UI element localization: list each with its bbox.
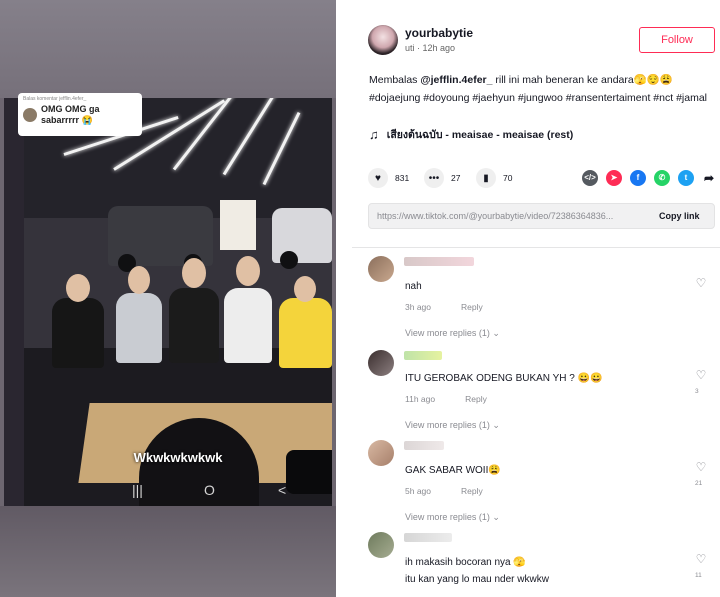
comment-like-icon[interactable]: ♡	[693, 368, 709, 382]
comment-time: 3h ago	[405, 302, 431, 312]
save-button[interactable]: ▮ 70	[476, 168, 512, 188]
like-count: 831	[395, 173, 410, 183]
comment-time: 11h ago	[405, 394, 436, 404]
author-meta: uti · 12h ago	[405, 43, 456, 53]
copy-link-button[interactable]: Copy link	[659, 211, 700, 221]
bookmark-icon: ▮	[476, 168, 496, 188]
comment-meta: 3h ago Reply	[405, 302, 513, 312]
video-blur-top	[0, 0, 336, 98]
save-count: 70	[503, 173, 513, 183]
embed-icon[interactable]: </>	[582, 170, 598, 186]
scene-person	[169, 288, 219, 363]
follow-button[interactable]: Follow	[639, 27, 715, 53]
comment-text: ITU GEROBAK ODENG BUKAN YH ? 😀😀	[405, 373, 603, 384]
video-caption: Wkwkwkwkwk	[133, 450, 223, 465]
reply-sticker-text: OMG OMG ga sabarrrrr 😭	[41, 104, 100, 125]
twitter-icon[interactable]: t	[678, 170, 694, 186]
reply-sticker-header: Balas komentar jefflin.4efer_	[23, 96, 87, 102]
share-icon[interactable]: ➦	[701, 170, 717, 186]
commenter-avatar[interactable]	[368, 256, 394, 282]
video-description: Membalas @jefflin.4efer_ rill ini mah be…	[369, 71, 714, 107]
reply-sticker: Balas komentar jefflin.4efer_ OMG OMG ga…	[18, 93, 142, 136]
view-replies-button[interactable]: View more replies (1) ⌄	[405, 420, 500, 431]
comment-time: 5h ago	[405, 486, 431, 496]
copy-link-box: https://www.tiktok.com/@yourbabytie/vide…	[368, 203, 715, 229]
comment-icon: •••	[424, 168, 444, 188]
scene-person	[52, 298, 104, 368]
video-url: https://www.tiktok.com/@yourbabytie/vide…	[377, 211, 614, 221]
comments-divider	[352, 247, 720, 248]
reply-button[interactable]: Reply	[465, 394, 487, 404]
video-player[interactable]: Wkwkwkwkwk ||| O < Balas komentar jeffli…	[0, 0, 336, 597]
comment-count: 27	[451, 173, 461, 183]
video-edge	[4, 98, 24, 506]
scene-person-head	[182, 258, 206, 288]
music-note-icon: ♫	[369, 127, 379, 142]
scene-person	[116, 293, 162, 363]
comment-text-line2: itu kan yang lo mau nder wkwkw	[405, 574, 549, 585]
commenter-name-blurred[interactable]	[404, 351, 442, 360]
scene-person	[279, 298, 332, 368]
comment-meta: 5h ago Reply	[405, 486, 513, 496]
hashtags[interactable]: #dojaejung #doyoung #jaehyun #jungwoo #r…	[369, 89, 714, 107]
scene-person-head	[294, 276, 316, 302]
music-title: เสียงต้นฉบับ - meaisae - meaisae (rest)	[386, 129, 574, 141]
back-icon: <	[278, 482, 287, 498]
comment-like-count: 21	[695, 480, 703, 487]
reply-sticker-avatar	[23, 108, 37, 122]
send-icon[interactable]: ➤	[606, 170, 622, 186]
home-icon: O	[204, 482, 215, 498]
comment-like-icon[interactable]: ♡	[693, 552, 709, 566]
comment-like-count: 3	[695, 388, 699, 395]
recents-icon: |||	[132, 482, 143, 498]
video-scene: Wkwkwkwkwk	[24, 98, 332, 506]
view-replies-button[interactable]: View more replies (1) ⌄	[405, 328, 500, 339]
reply-button[interactable]: Reply	[461, 486, 483, 496]
facebook-icon[interactable]: f	[630, 170, 646, 186]
scene-person	[224, 288, 272, 363]
pane-divider	[336, 0, 344, 597]
author-avatar[interactable]	[368, 25, 398, 55]
description-body: rill ini mah beneran ke andara🫣😌😩	[492, 74, 673, 86]
whatsapp-icon[interactable]: ✆	[654, 170, 670, 186]
comment-text: ih makasih bocoran nya 🫣	[405, 557, 526, 568]
scene-car	[108, 206, 213, 272]
scene-car	[272, 208, 332, 269]
view-replies-button[interactable]: View more replies (1) ⌄	[405, 512, 500, 523]
commenter-name-blurred[interactable]	[404, 441, 444, 450]
video-frame: Wkwkwkwkwk ||| O <	[4, 98, 332, 506]
action-bar: ♥ 831 ••• 27 ▮ 70 </> ➤ f ✆ t ➦	[368, 168, 718, 192]
comment-text: nah	[405, 281, 422, 292]
comment-like-count: 11	[695, 572, 702, 579]
video-blur-bottom	[0, 506, 336, 597]
mention-link[interactable]: @jefflin.4efer_	[420, 74, 492, 86]
video-nav-bar: ||| O <	[24, 476, 332, 506]
commenter-name-blurred[interactable]	[404, 257, 474, 266]
like-button[interactable]: ♥ 831	[368, 168, 409, 188]
description-prefix: Membalas	[369, 74, 421, 86]
comment-meta: 11h ago Reply	[405, 394, 517, 404]
commenter-avatar[interactable]	[368, 532, 394, 558]
scene-person-head	[236, 256, 260, 286]
comment-text: GAK SABAR WOII😩	[405, 465, 501, 476]
commenter-avatar[interactable]	[368, 350, 394, 376]
commenter-name-blurred[interactable]	[404, 533, 452, 542]
comment-like-icon[interactable]: ♡	[693, 460, 709, 474]
author-username[interactable]: yourbabytie	[405, 26, 473, 40]
music-link[interactable]: ♫ เสียงต้นฉบับ - meaisae - meaisae (rest…	[369, 126, 573, 143]
comment-button[interactable]: ••• 27	[424, 168, 460, 188]
scene-person-head	[128, 266, 150, 294]
comment-like-icon[interactable]: ♡	[693, 276, 709, 290]
scene-person-head	[66, 274, 90, 302]
details-panel: yourbabytie uti · 12h ago Follow Membala…	[344, 0, 720, 597]
scene-poster	[220, 200, 256, 250]
heart-icon: ♥	[368, 168, 388, 188]
commenter-avatar[interactable]	[368, 440, 394, 466]
reply-button[interactable]: Reply	[461, 302, 483, 312]
